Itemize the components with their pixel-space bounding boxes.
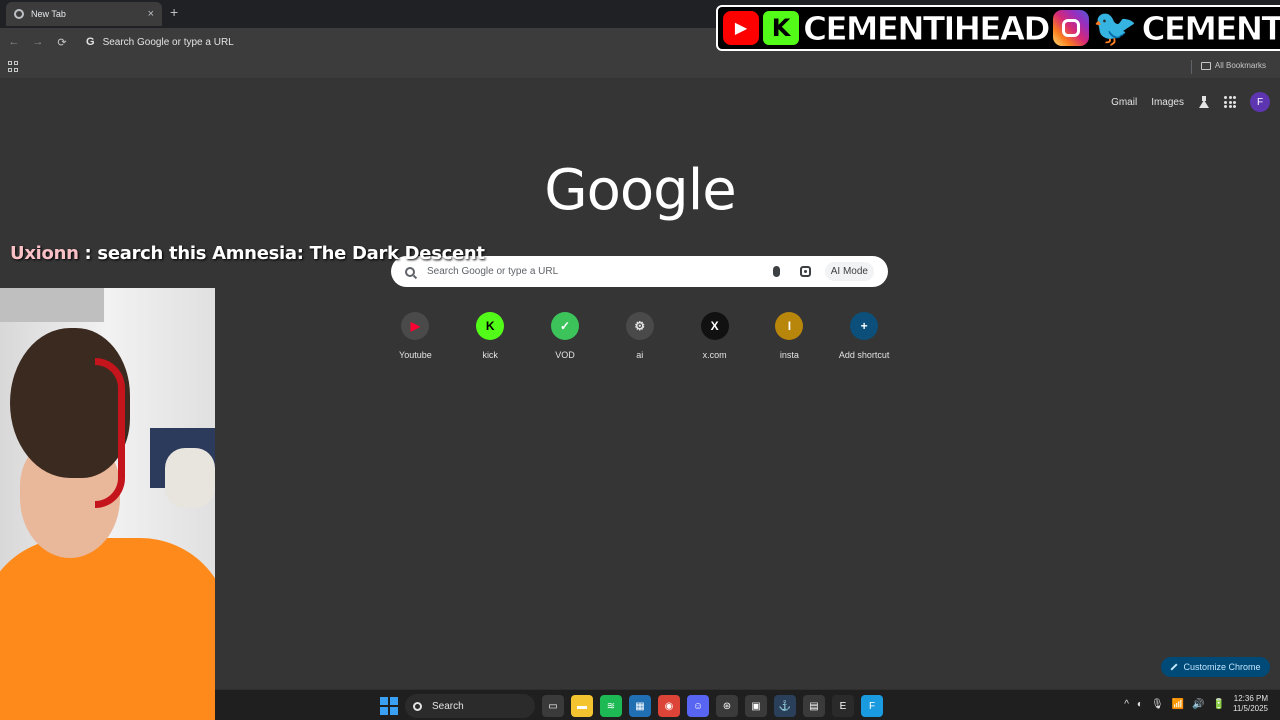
file-explorer-icon[interactable]: ▬ — [571, 695, 593, 717]
google-logo: Google — [544, 158, 736, 223]
bookmarks-bar: All Bookmarks — [0, 56, 1280, 78]
shortcut-favicon-icon: ✓ — [550, 312, 579, 340]
omnibox-placeholder: Search Google or type a URL — [102, 36, 234, 48]
avatar[interactable]: F — [1250, 92, 1270, 112]
reload-button[interactable]: ⟳ — [50, 36, 74, 49]
back-button[interactable]: ← — [2, 36, 26, 48]
shortcut-label: ai — [636, 350, 644, 360]
kick-logo-icon: K — [763, 11, 799, 45]
shortcut-label: VOD — [555, 350, 575, 360]
search-icon — [413, 701, 422, 711]
apps-grid-icon[interactable] — [8, 61, 19, 72]
social-banner-left: ▶ K CEMENTIHEAD 🐦 CEMENTIII — [716, 5, 1280, 51]
labs-flask-icon[interactable] — [1198, 96, 1210, 108]
shortcut-add-shortcut[interactable]: + Add shortcut — [827, 312, 902, 360]
spotify-icon[interactable]: ≋ — [600, 695, 622, 717]
discord-icon[interactable]: ☺ — [687, 695, 709, 717]
all-bookmarks-label: All Bookmarks — [1214, 61, 1266, 70]
shortcut-favicon-icon: K — [476, 312, 505, 340]
social-handle-secondary: CEMENTIII — [1141, 8, 1280, 48]
microphone-icon[interactable] — [772, 266, 780, 277]
shortcut-favicon-icon: ▶ — [401, 312, 430, 340]
system-tray: ^ ◐ 🎙 📶 🔊 🔋 12:36 PM 11/5/2025 — [1124, 694, 1268, 714]
shortcut-youtube[interactable]: ▶ Youtube — [378, 312, 453, 360]
shortcut-label: Add shortcut — [838, 350, 890, 360]
epic-icon[interactable]: E — [832, 695, 854, 717]
shortcut-insta[interactable]: Iinsta — [752, 312, 827, 360]
chat-text: : search this Amnesia: The Dark Descent — [78, 243, 485, 264]
ai-mode-button[interactable]: AI Mode — [824, 262, 874, 281]
instagram-logo-icon — [1052, 10, 1089, 46]
forward-button[interactable]: → — [26, 36, 50, 48]
shortcut-favicon-icon: X — [700, 312, 729, 340]
tab-title: New Tab — [31, 9, 66, 19]
volume-icon[interactable]: 🔊 — [1192, 699, 1204, 710]
webcam-feed — [0, 288, 215, 720]
shortcut-label: Youtube — [399, 350, 432, 360]
webcam-headset — [95, 358, 125, 508]
omnibox[interactable]: G Search Google or type a URL — [80, 31, 720, 53]
shortcut-favicon-icon: ⚙ — [625, 312, 654, 340]
shortcut-favicon-icon: + — [850, 312, 879, 340]
tab-new-tab[interactable]: New Tab × — [6, 2, 162, 26]
google-apps-icon[interactable] — [1224, 96, 1236, 108]
shortcut-kick[interactable]: Kkick — [453, 312, 528, 360]
search-input[interactable]: Search Google or type a URL — [427, 266, 773, 277]
clock[interactable]: 12:36 PM 11/5/2025 — [1233, 694, 1268, 714]
shortcut-label: insta — [779, 350, 799, 360]
show-hidden-icons[interactable]: ^ — [1124, 699, 1129, 710]
app-f-icon[interactable]: F — [861, 695, 883, 717]
photos-icon[interactable]: ▦ — [629, 695, 651, 717]
google-top-links: Gmail Images F — [1111, 92, 1270, 112]
task-view-icon[interactable]: ▭ — [542, 695, 564, 717]
all-bookmarks-button[interactable]: All Bookmarks — [1200, 61, 1266, 70]
google-lens-icon[interactable] — [799, 266, 811, 277]
tab-close-icon[interactable]: × — [148, 8, 154, 20]
pencil-icon — [1170, 663, 1179, 671]
stream-social-overlay: ▶ K CEMENTIHEAD 🐦 CEMENTIII — [716, 4, 1280, 52]
shortcut-favicon-icon: I — [775, 312, 804, 340]
social-handle-primary: CEMENTIHEAD — [803, 8, 1052, 48]
webcam-pillow — [165, 448, 215, 508]
clock-date: 11/5/2025 — [1233, 704, 1268, 713]
clock-time: 12:36 PM — [1233, 694, 1268, 703]
chrome-icon[interactable]: ◉ — [658, 695, 680, 717]
chrome-favicon-icon — [14, 9, 24, 19]
shortcut-label: x.com — [702, 350, 727, 360]
new-tab-button[interactable]: + — [170, 4, 178, 20]
microphone-icon[interactable]: 🎙 — [1151, 699, 1164, 710]
app-tray-icon[interactable]: ◐ — [1137, 699, 1143, 710]
bookmarks-divider — [1191, 60, 1192, 74]
stream-chat-message: Uxionn : search this Amnesia: The Dark D… — [10, 243, 485, 264]
webcam-person-shirt — [0, 538, 215, 720]
gmail-link[interactable]: Gmail — [1111, 97, 1137, 108]
shortcuts-row: ▶ Youtube Kkick ✓ VOD ⚙ ai Xx.com Iinsta + Add sho… — [378, 312, 902, 360]
shortcut-ai[interactable]: ⚙ ai — [602, 312, 677, 360]
twitter-logo-icon: 🐦 — [1092, 7, 1138, 48]
xbox-icon[interactable]: ⊛ — [716, 695, 738, 717]
webcam-door — [0, 288, 104, 322]
youtube-logo-icon: ▶ — [723, 11, 759, 45]
windows-start-icon[interactable] — [380, 697, 398, 715]
battery-icon[interactable]: 🔋 — [1213, 699, 1225, 710]
shortcut-label: kick — [482, 350, 498, 360]
taskbar-search-label: Search — [432, 700, 464, 712]
images-link[interactable]: Images — [1151, 97, 1184, 108]
taskbar-apps: Search ▭ ▬ ≋ ▦ ◉ ☺ ⊛ ▣ ⚓ ▤ E F — [380, 694, 883, 718]
google-g-icon: G — [86, 36, 95, 48]
search-icon — [405, 266, 415, 277]
calculator-icon[interactable]: ▤ — [803, 695, 825, 717]
wifi-icon[interactable]: 📶 — [1172, 699, 1184, 710]
shortcut-vod[interactable]: ✓ VOD — [528, 312, 603, 360]
steam-icon[interactable]: ⚓ — [774, 695, 796, 717]
folder-icon — [1200, 61, 1211, 70]
chat-username: Uxionn — [10, 243, 79, 264]
windows-taskbar: Search ▭ ▬ ≋ ▦ ◉ ☺ ⊛ ▣ ⚓ ▤ E F ^ ◐ 🎙 📶 🔊 🔋 12:36 PM 11/5… — [215, 689, 1280, 720]
app-grid-icon[interactable]: ▣ — [745, 695, 767, 717]
customize-chrome-label: Customize Chrome — [1183, 662, 1261, 672]
customize-chrome-button[interactable]: Customize Chrome — [1161, 657, 1270, 677]
shortcut-x-com[interactable]: Xx.com — [677, 312, 752, 360]
taskbar-search[interactable]: Search — [405, 694, 535, 718]
